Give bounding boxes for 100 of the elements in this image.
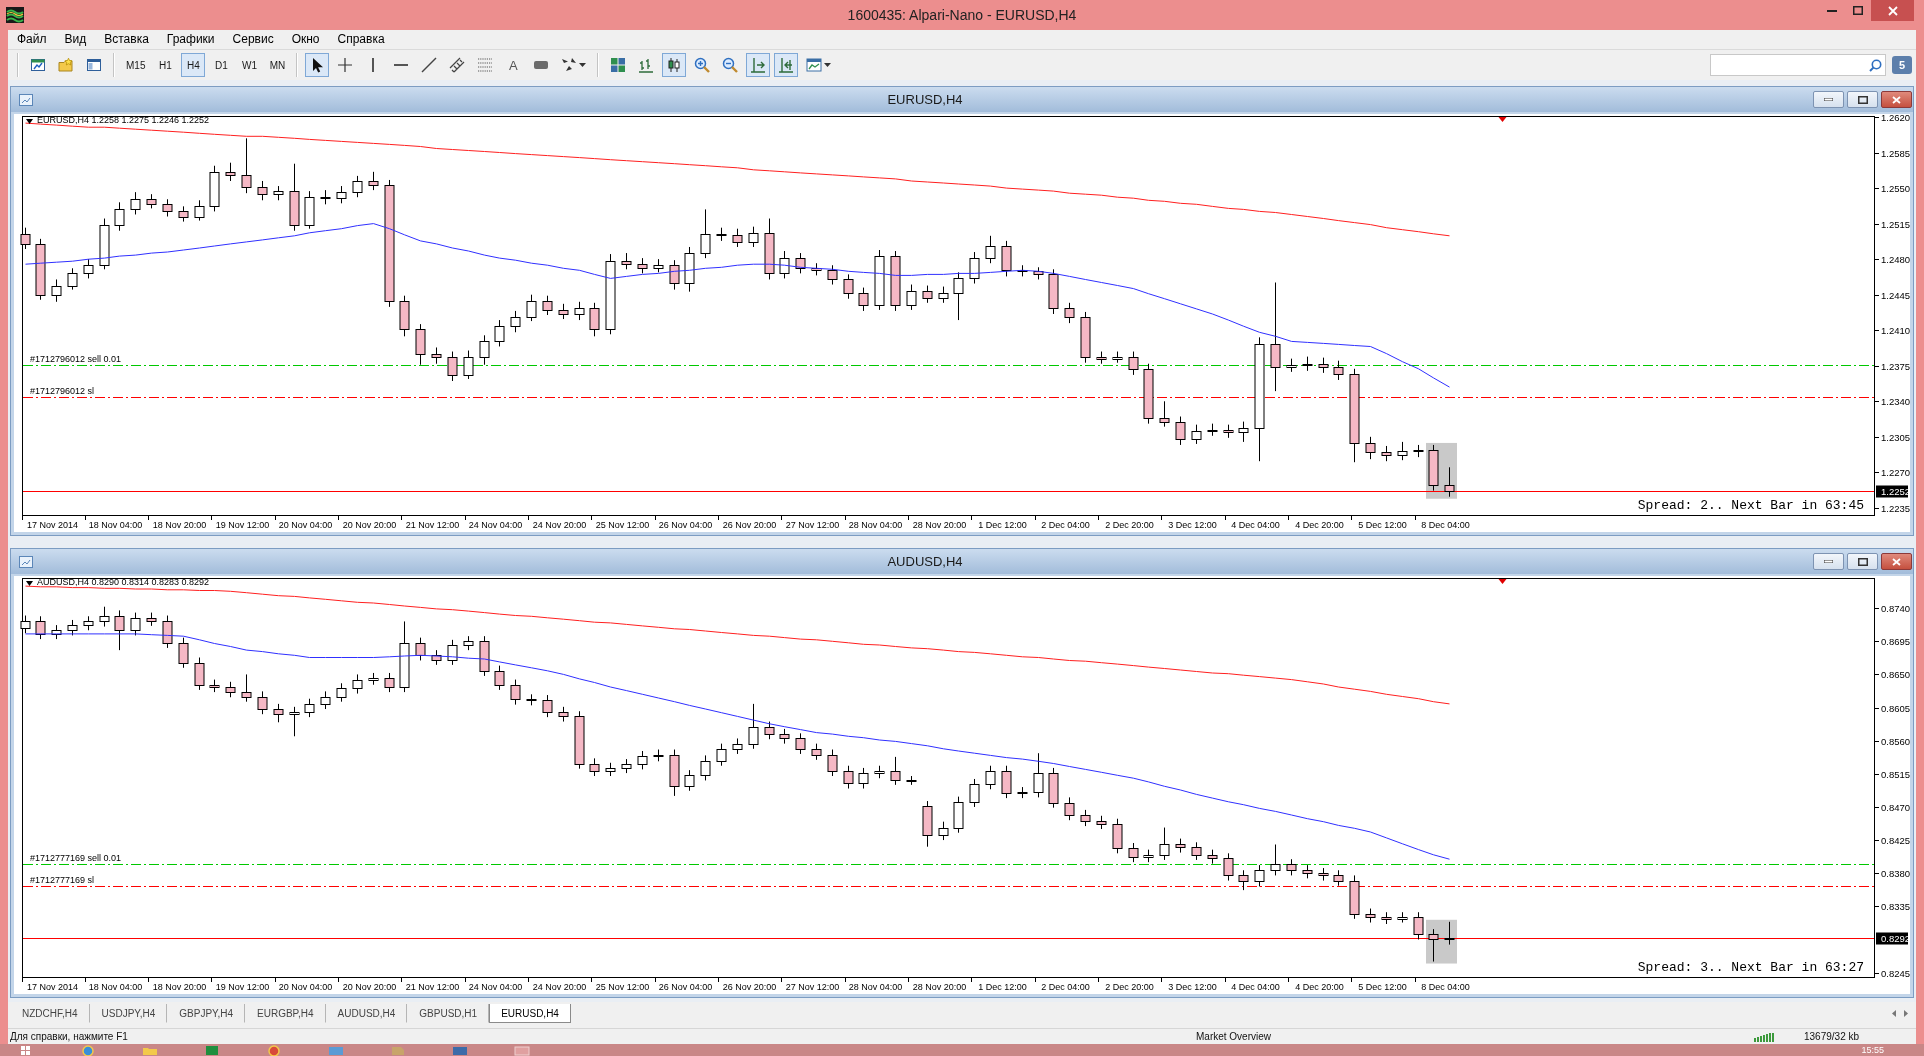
traffic-text: 13679/32 kb xyxy=(1804,1031,1860,1042)
time-label: 3 Dec 12:00 xyxy=(1168,520,1217,530)
menu-item[interactable]: Справка xyxy=(328,30,394,49)
price-label: 1.2375 xyxy=(1881,361,1910,372)
timeframe-button[interactable]: MN xyxy=(265,53,290,77)
price-label: 0.8650 xyxy=(1881,669,1910,680)
axis-left-arrow-button[interactable] xyxy=(774,53,799,77)
candlestick xyxy=(1381,445,1392,462)
timeframe-button[interactable]: H1 xyxy=(153,53,178,77)
candlestick xyxy=(336,682,347,703)
timeframe-button[interactable]: D1 xyxy=(209,53,234,77)
hatched-lines-icon xyxy=(449,57,466,73)
price-label: 0.8560 xyxy=(1881,736,1910,747)
candlestick xyxy=(684,246,695,293)
timeframe-button[interactable]: H4 xyxy=(181,53,206,77)
candlestick xyxy=(795,252,806,274)
text-tool-button[interactable]: A xyxy=(501,53,526,77)
candlestick xyxy=(384,672,395,693)
candlestick xyxy=(114,609,125,651)
timeframe-button[interactable]: W1 xyxy=(237,53,262,77)
time-label: 28 Nov 04:00 xyxy=(848,982,903,992)
menu-item[interactable]: Графики xyxy=(157,30,224,49)
chart-header: AUDUSD,H4 0.8290 0.8314 0.8283 0.8292 xyxy=(37,577,210,587)
price-label: 0.8605 xyxy=(1881,703,1910,714)
time-label: 21 Nov 12:00 xyxy=(405,982,460,992)
close-icon xyxy=(1892,95,1901,104)
candlestick xyxy=(162,198,173,217)
caret-icon xyxy=(579,63,587,67)
candlestick xyxy=(1397,911,1408,923)
candlestick xyxy=(352,175,363,198)
candlestick xyxy=(289,163,300,232)
candlestick xyxy=(938,286,949,304)
candlestick xyxy=(494,319,505,347)
notifications-button[interactable]: 5 xyxy=(1892,56,1912,74)
candlestick xyxy=(779,250,790,279)
right-arrow-icon[interactable] xyxy=(1904,1010,1908,1017)
time-label: 1 Dec 12:00 xyxy=(978,520,1027,530)
price-label: 1.2235 xyxy=(1881,503,1910,514)
candlestick xyxy=(83,258,94,279)
time-label: 4 Dec 04:00 xyxy=(1231,520,1280,530)
candlestick xyxy=(1175,838,1186,854)
axis-right-arrow-button[interactable] xyxy=(746,53,771,77)
candlestick xyxy=(1286,358,1297,373)
menu-item[interactable]: Вид xyxy=(55,30,96,49)
chart-tab[interactable]: AUDUSD,H4 xyxy=(325,1004,408,1023)
time-label: 18 Nov 04:00 xyxy=(88,982,143,992)
chart-tab[interactable]: EURUSD,H4 xyxy=(489,1004,571,1023)
candlestick xyxy=(922,285,933,304)
status-help-text: Для справки, нажмите F1 xyxy=(10,1031,129,1042)
candlestick xyxy=(399,295,410,337)
close-button[interactable] xyxy=(1881,553,1912,570)
restore-button[interactable] xyxy=(1847,91,1878,108)
menu-item[interactable]: Файл xyxy=(8,30,56,49)
timeframe-button[interactable]: M15 xyxy=(122,53,150,77)
candlestick xyxy=(415,637,426,661)
order-label: #1712796012 sl xyxy=(30,386,95,396)
candlestick xyxy=(447,351,458,382)
cursor-button[interactable] xyxy=(305,53,330,77)
candlestick xyxy=(558,706,569,723)
candlestick xyxy=(811,743,822,761)
candlestick xyxy=(542,694,553,718)
dotted-lines-icon xyxy=(477,57,494,73)
time-label: 25 Nov 12:00 xyxy=(595,520,650,530)
chart-tab[interactable]: GBPJPY,H4 xyxy=(167,1004,246,1023)
restore-button[interactable] xyxy=(1847,553,1878,570)
candlestick xyxy=(906,284,917,311)
chart-tab[interactable]: EURGBP,H4 xyxy=(245,1004,326,1023)
candlestick xyxy=(1333,869,1344,887)
spread-info: Spread: 3.. Next Bar in 63:27 xyxy=(1637,960,1864,975)
menu-item[interactable]: Сервис xyxy=(223,30,283,49)
search-field[interactable] xyxy=(1710,54,1886,76)
chart-tab[interactable]: NZDCHF,H4 xyxy=(10,1004,90,1023)
window-title: 1600435: Alpari-Nano - EURUSD,H4 xyxy=(847,7,1077,23)
close-button[interactable] xyxy=(1871,0,1914,21)
spread-info: Spread: 2.. Next Bar in 63:45 xyxy=(1637,498,1864,513)
order-label: #1712777169 sl xyxy=(30,875,95,885)
tiled-windows-icon xyxy=(610,57,627,73)
time-label: 26 Nov 04:00 xyxy=(658,982,713,992)
time-label: 18 Nov 20:00 xyxy=(152,982,207,992)
time-label: 17 Nov 2014 xyxy=(27,982,78,992)
candlestick xyxy=(890,756,901,786)
candlestick xyxy=(146,193,157,209)
candlestick xyxy=(1270,844,1281,876)
candlestick xyxy=(1444,466,1455,498)
candlestick xyxy=(748,703,759,750)
menu-item[interactable]: Окно xyxy=(282,30,329,49)
chart-tab[interactable]: USDJPY,H4 xyxy=(89,1004,168,1023)
price-label: 1.2410 xyxy=(1881,325,1910,336)
close-button[interactable] xyxy=(1881,91,1912,108)
candlestick xyxy=(1033,266,1044,280)
close-icon xyxy=(1887,5,1898,16)
menu-item[interactable]: Вставка xyxy=(95,30,158,49)
order-label: #1712796012 sell 0.01 xyxy=(30,354,122,364)
left-arrow-icon[interactable] xyxy=(1892,1010,1896,1017)
vertical-line-icon xyxy=(372,58,375,72)
candlestick-button[interactable] xyxy=(662,53,687,77)
candlestick xyxy=(1238,869,1249,891)
candlestick xyxy=(67,267,78,291)
chart-window-title: EURUSD,H4 xyxy=(887,92,963,107)
time-label: 2 Dec 20:00 xyxy=(1105,520,1154,530)
